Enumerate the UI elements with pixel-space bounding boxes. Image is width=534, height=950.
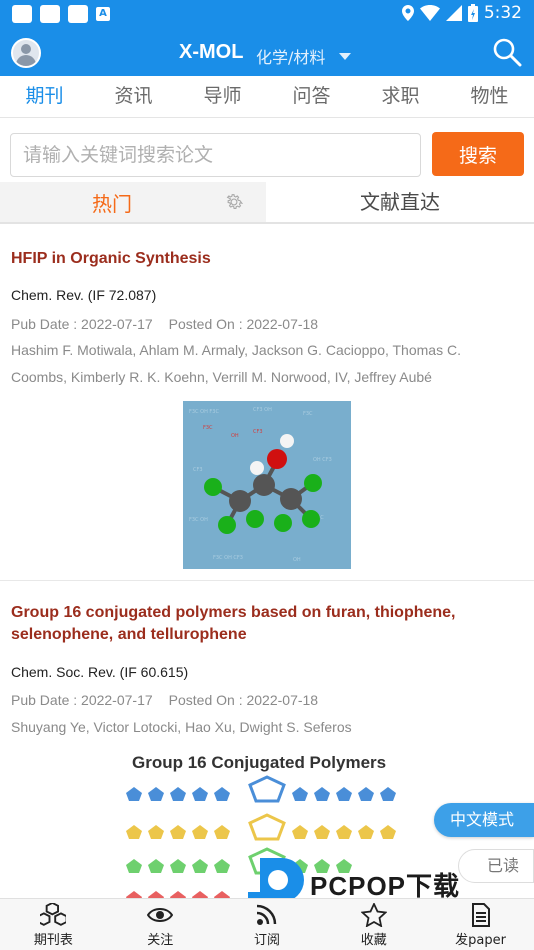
svg-text:F3C OH F3C: F3C OH F3C [189, 409, 219, 415]
svg-text:OH CF3: OH CF3 [313, 457, 332, 463]
tab-news[interactable]: 资讯 [89, 76, 178, 117]
notification-icon [12, 5, 32, 23]
tab-qa[interactable]: 问答 [267, 76, 356, 117]
nav-label: 收藏 [360, 933, 387, 948]
notification-icon [68, 5, 88, 23]
keyboard-icon: A [96, 7, 110, 21]
sub-tabs: 热门 文献直达 [0, 182, 534, 224]
eye-icon [147, 908, 174, 922]
nav-follow[interactable]: 关注 [107, 899, 214, 950]
category-label: 化学/材料 [256, 48, 326, 67]
article-title[interactable]: Group 16 conjugated polymers based on fu… [11, 602, 511, 646]
cubes-icon [40, 903, 67, 926]
pub-date: Pub Date : 2022-07-17 [11, 316, 153, 332]
search-bar: 搜索 [0, 118, 534, 182]
nav-subscribe[interactable]: 订阅 [214, 899, 321, 950]
rss-icon [256, 904, 277, 925]
search-button[interactable]: 搜索 [432, 132, 524, 176]
star-icon [360, 903, 387, 927]
article-journal: Chem. Soc. Rev. (IF 60.615) [11, 664, 189, 680]
search-input[interactable] [10, 133, 421, 177]
system-icons: 5:32 [401, 3, 522, 23]
signal-icon [445, 5, 462, 21]
gear-icon[interactable] [224, 192, 244, 212]
chevron-down-icon [339, 52, 352, 60]
article-dates: Pub Date : 2022-07-17 Posted On : 2022-07… [11, 692, 318, 708]
svg-text:OH: OH [231, 433, 239, 439]
nav-journal-list[interactable]: 期刊表 [0, 899, 107, 950]
wifi-icon [419, 5, 440, 21]
app-bar: X-MOL 化学/材料 [0, 28, 534, 76]
clock: 5:32 [483, 3, 522, 23]
nav-label: 订阅 [253, 933, 280, 948]
article-graphic[interactable]: Group 16 Conjugated Polymers [120, 745, 414, 905]
language-mode-button[interactable]: 中文模式 [434, 803, 534, 837]
nav-publish[interactable]: 发paper [427, 899, 534, 950]
article-title[interactable]: HFIP in Organic Synthesis [11, 248, 511, 270]
posted-date: Posted On : 2022-07-18 [168, 316, 319, 332]
nav-label: 关注 [147, 933, 174, 948]
article-journal: Chem. Rev. (IF 72.087) [11, 287, 157, 303]
location-icon [401, 5, 414, 21]
tab-advisors[interactable]: 导师 [178, 76, 267, 117]
article-graphic[interactable]: F3C OH F3C CF3 OH F3C CF3 OH CF3 F3C OH CF3 … [183, 401, 351, 569]
search-icon[interactable] [492, 37, 522, 67]
svg-text:F3C OH CF3: F3C OH CF3 [213, 555, 243, 561]
svg-text:F3C: F3C [203, 425, 213, 431]
document-icon [471, 903, 490, 927]
notification-icons: A [12, 5, 110, 23]
svg-text:F3C OH: F3C OH [189, 517, 208, 523]
app-title: X-MOL [179, 41, 244, 63]
tab-hot-label: 热门 [92, 192, 132, 216]
posted-date: Posted On : 2022-07-18 [168, 692, 319, 708]
avatar[interactable] [11, 38, 41, 68]
status-bar: A 5:32 [0, 0, 534, 28]
pub-date: Pub Date : 2022-07-17 [11, 692, 153, 708]
main-tabs: 期刊 资讯 导师 问答 求职 物性 [0, 76, 534, 118]
svg-text:F3C: F3C [303, 411, 313, 417]
read-filter-button[interactable]: 已读 [458, 849, 534, 883]
battery-icon [467, 4, 478, 22]
article-dates: Pub Date : 2022-07-17 Posted On : 2022-07… [11, 316, 318, 332]
tab-hot[interactable]: 热门 [0, 182, 266, 222]
category-dropdown[interactable]: 化学/材料 [256, 44, 352, 68]
article-authors: Shuyang Ye, Victor Lotocki, Hao Xu, Dwig… [11, 719, 352, 735]
tab-journals[interactable]: 期刊 [0, 76, 89, 117]
article-authors: Hashim F. Motiwala, Ahlam M. Armaly, Jac… [11, 342, 461, 385]
svg-text:CF3: CF3 [193, 467, 203, 473]
svg-text:CF3: CF3 [253, 429, 263, 435]
bottom-nav: 期刊表 关注 订阅 收藏 发paper [0, 898, 534, 950]
nav-label: 发paper [455, 933, 506, 948]
svg-text:CF3 OH: CF3 OH [253, 407, 272, 413]
tab-properties[interactable]: 物性 [445, 76, 534, 117]
tab-direct[interactable]: 文献直达 [266, 182, 534, 222]
notification-icon [40, 5, 60, 23]
tab-jobs[interactable]: 求职 [356, 76, 445, 117]
nav-label: 期刊表 [33, 933, 73, 948]
nav-favorites[interactable]: 收藏 [320, 899, 427, 950]
svg-text:OH: OH [293, 557, 301, 563]
